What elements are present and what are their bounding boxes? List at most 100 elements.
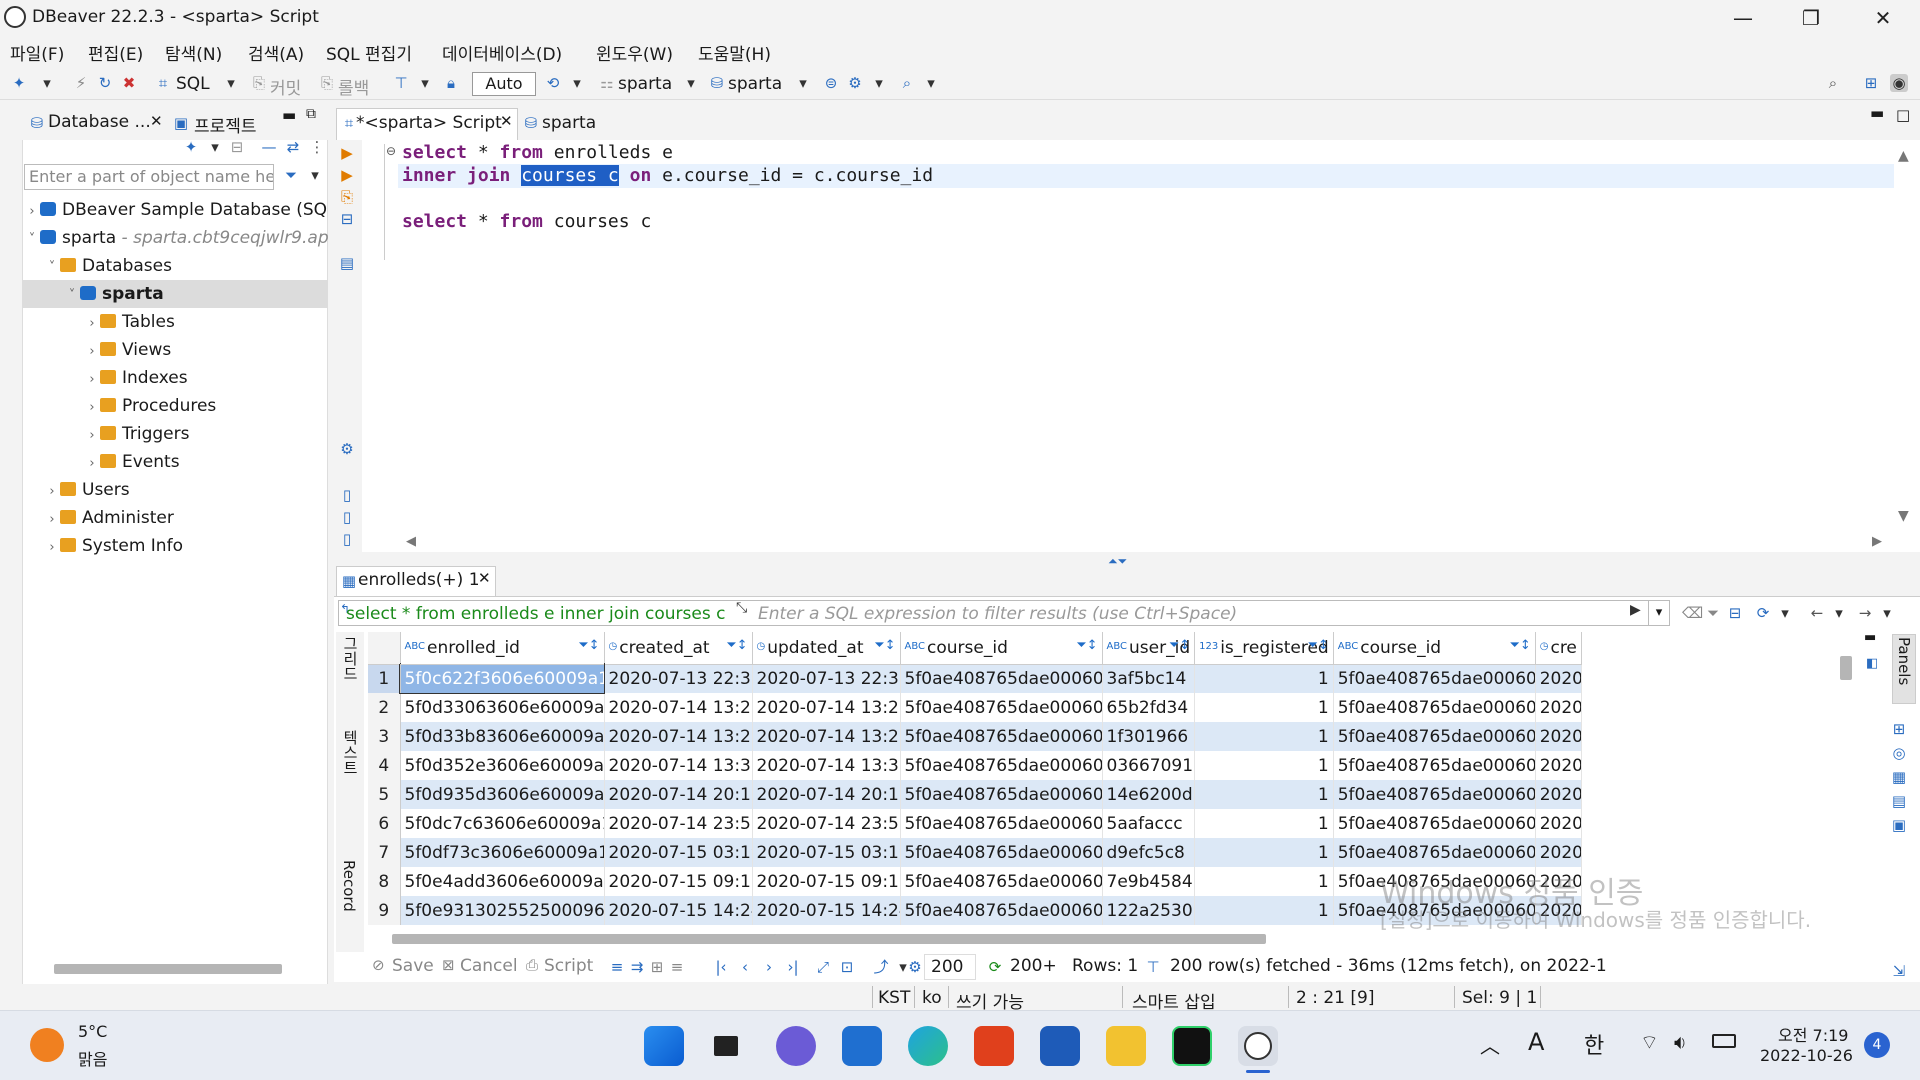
- table-cell[interactable]: 5f0ae408765dae0006002816: [900, 780, 1103, 809]
- weather-condition[interactable]: 맑음: [78, 1046, 107, 1070]
- minimize-button[interactable]: —: [1720, 4, 1766, 32]
- scroll-left-icon[interactable]: ◀: [406, 534, 416, 549]
- fetch-next-icon[interactable]: ⟳: [986, 958, 1004, 976]
- sort-filter-icon[interactable]: ⏷↕: [874, 638, 895, 653]
- delete-row-icon[interactable]: ≡: [668, 958, 686, 976]
- sql-editor-area[interactable]: [334, 140, 1920, 552]
- menu-file[interactable]: 파일(F): [10, 40, 64, 65]
- table-cell[interactable]: 3af5bc14: [1102, 664, 1196, 693]
- dropdown-arrow-icon[interactable]: ▾: [922, 74, 940, 92]
- tree-node[interactable]: › Events: [22, 448, 328, 476]
- table-cell[interactable]: 1: [1194, 896, 1334, 925]
- sort-filter-icon[interactable]: ⏷↕: [578, 638, 599, 653]
- tools-icon[interactable]: ⚙: [846, 74, 864, 92]
- office-icon[interactable]: [974, 1026, 1014, 1066]
- microsoft-store-icon[interactable]: [1040, 1026, 1080, 1066]
- connect-icon[interactable]: ⚡: [72, 74, 90, 92]
- code-line[interactable]: select * from courses c: [402, 211, 651, 232]
- fetch-size-gear-icon[interactable]: ⚙: [906, 958, 924, 976]
- forward-icon[interactable]: →: [1856, 604, 1874, 622]
- explain-plan-icon[interactable]: ⊟: [338, 210, 356, 228]
- save-filter-icon[interactable]: ⊟: [1726, 604, 1744, 622]
- panels-toggle[interactable]: Panels: [1892, 634, 1916, 704]
- clock-time[interactable]: 오전 7:19: [1778, 1022, 1848, 1046]
- save-script-icon[interactable]: ▯: [338, 530, 356, 548]
- menu-search[interactable]: 검색(A): [248, 40, 304, 65]
- table-cell[interactable]: 5f0ae408765dae0006002816: [1333, 809, 1536, 838]
- active-schema[interactable]: sparta: [728, 74, 782, 94]
- sort-filter-icon[interactable]: ⏷↕: [1076, 638, 1097, 653]
- ime-hangul[interactable]: 한: [1584, 1028, 1604, 1060]
- calc-panel-icon[interactable]: ▤: [1890, 792, 1908, 810]
- link-editor-icon[interactable]: ⇄: [284, 138, 302, 156]
- panel-toggle-icon[interactable]: ◧: [1866, 656, 1878, 671]
- table-cell[interactable]: 2020-: [1535, 664, 1582, 693]
- lock-icon[interactable]: 🔒︎: [442, 74, 460, 92]
- collapse-icon[interactable]: ⊟: [228, 138, 246, 156]
- table-cell[interactable]: 2020-: [1535, 809, 1582, 838]
- transaction-mode-icon[interactable]: ⊤: [392, 74, 410, 92]
- edit-row-icon[interactable]: ≡: [608, 958, 626, 976]
- tab-text-view[interactable]: 텍스트: [340, 730, 361, 800]
- menu-edit[interactable]: 편집(E): [88, 40, 143, 65]
- cancel-icon[interactable]: ⊠: [442, 956, 455, 974]
- wifi-icon[interactable]: ⌔: [1640, 1030, 1659, 1055]
- save-icon[interactable]: ⊘: [372, 956, 385, 974]
- table-cell[interactable]: 2020-07-13 22:31:28: [752, 664, 901, 693]
- tree-node[interactable]: ˅ Databases: [22, 252, 328, 280]
- menu-help[interactable]: 도움말(H): [698, 40, 771, 65]
- tree-node[interactable]: ˅ sparta - sparta.cbt9ceqjwlr9.ap-: [22, 224, 328, 252]
- dropdown-arrow-icon[interactable]: ▾: [682, 74, 700, 92]
- scroll-down-icon[interactable]: ▼: [1898, 508, 1909, 524]
- column-header[interactable]: ABC course_id ⏷↕: [900, 632, 1103, 665]
- notification-badge[interactable]: 4: [1864, 1032, 1890, 1058]
- table-cell[interactable]: 1: [1194, 751, 1334, 780]
- maximize-panel-icon[interactable]: ⧉: [306, 106, 316, 122]
- table-row[interactable]: 45f0d352e3606e60009a12cb72020-07-14 13:3…: [368, 751, 1582, 780]
- table-row[interactable]: 15f0c622f3606e60009a128d92020-07-13 22:3…: [368, 663, 1582, 694]
- table-cell[interactable]: 65b2fd34: [1102, 693, 1196, 722]
- back-icon[interactable]: ←: [1808, 604, 1826, 622]
- table-row[interactable]: 65f0dc7c63606e60009a130ad2020-07-14 23:5…: [368, 809, 1582, 838]
- commit-button-label[interactable]: 커밋: [270, 74, 301, 99]
- pycharm-icon[interactable]: [1172, 1026, 1212, 1066]
- settings-gear-icon[interactable]: ⚙: [338, 440, 356, 458]
- table-cell[interactable]: 5f0ae408765dae0006002816: [900, 664, 1103, 693]
- table-cell[interactable]: 1f301966: [1102, 722, 1196, 751]
- sql-editor-icon[interactable]: ⌗: [154, 74, 172, 92]
- table-cell[interactable]: 5f0ae408765dae0006002816: [900, 867, 1103, 896]
- table-cell[interactable]: 2020-07-14 13:31:42: [604, 751, 753, 780]
- execute-statement-icon[interactable]: ▶: [338, 144, 356, 162]
- tree-node[interactable]: › Administer: [22, 504, 328, 532]
- table-cell[interactable]: 2020-07-15 14:24:36: [604, 896, 753, 925]
- code-line[interactable]: select * from enrolleds e: [402, 142, 673, 163]
- column-header[interactable]: ◷ updated_at ⏷↕: [752, 632, 901, 665]
- table-cell[interactable]: 5f0ae408765dae0006002816: [900, 751, 1103, 780]
- row-number[interactable]: 2: [368, 693, 401, 722]
- minimize-editor-icon[interactable]: ▬: [1870, 104, 1884, 122]
- tree-node[interactable]: ˅ sparta: [22, 280, 328, 308]
- table-cell[interactable]: 5f0d935d3606e60009a12fc7: [400, 780, 605, 809]
- maximize-editor-icon[interactable]: □: [1896, 106, 1910, 124]
- table-cell[interactable]: 5aafaccc: [1102, 809, 1196, 838]
- table-cell[interactable]: 2020-07-13 22:31:28: [604, 664, 753, 693]
- close-tab-icon[interactable]: ✕: [150, 112, 163, 130]
- tab-projects[interactable]: 프로젝트: [194, 112, 257, 137]
- row-number[interactable]: 3: [368, 722, 401, 751]
- table-cell[interactable]: 03667091: [1102, 751, 1196, 780]
- object-filter-input[interactable]: Enter a part of object name here: [24, 164, 274, 190]
- references-panel-icon[interactable]: ▣: [1890, 816, 1908, 834]
- battery-icon[interactable]: [1712, 1034, 1736, 1048]
- chevron-right-icon[interactable]: ›: [84, 310, 100, 336]
- table-cell[interactable]: 2020-: [1535, 751, 1582, 780]
- mail-icon[interactable]: [842, 1026, 882, 1066]
- chevron-right-icon[interactable]: ›: [84, 338, 100, 364]
- fetch-size-input[interactable]: 200: [924, 954, 976, 980]
- column-header[interactable]: ◷ cre: [1535, 632, 1582, 665]
- table-cell[interactable]: 1: [1194, 664, 1334, 693]
- start-windows-icon[interactable]: [644, 1026, 684, 1066]
- chevron-down-icon[interactable]: ˅: [64, 282, 80, 308]
- table-cell[interactable]: 5f0ae408765dae0006002816: [1333, 664, 1536, 693]
- auto-commit-box[interactable]: Auto: [472, 72, 536, 96]
- edge-browser-icon[interactable]: [908, 1026, 948, 1066]
